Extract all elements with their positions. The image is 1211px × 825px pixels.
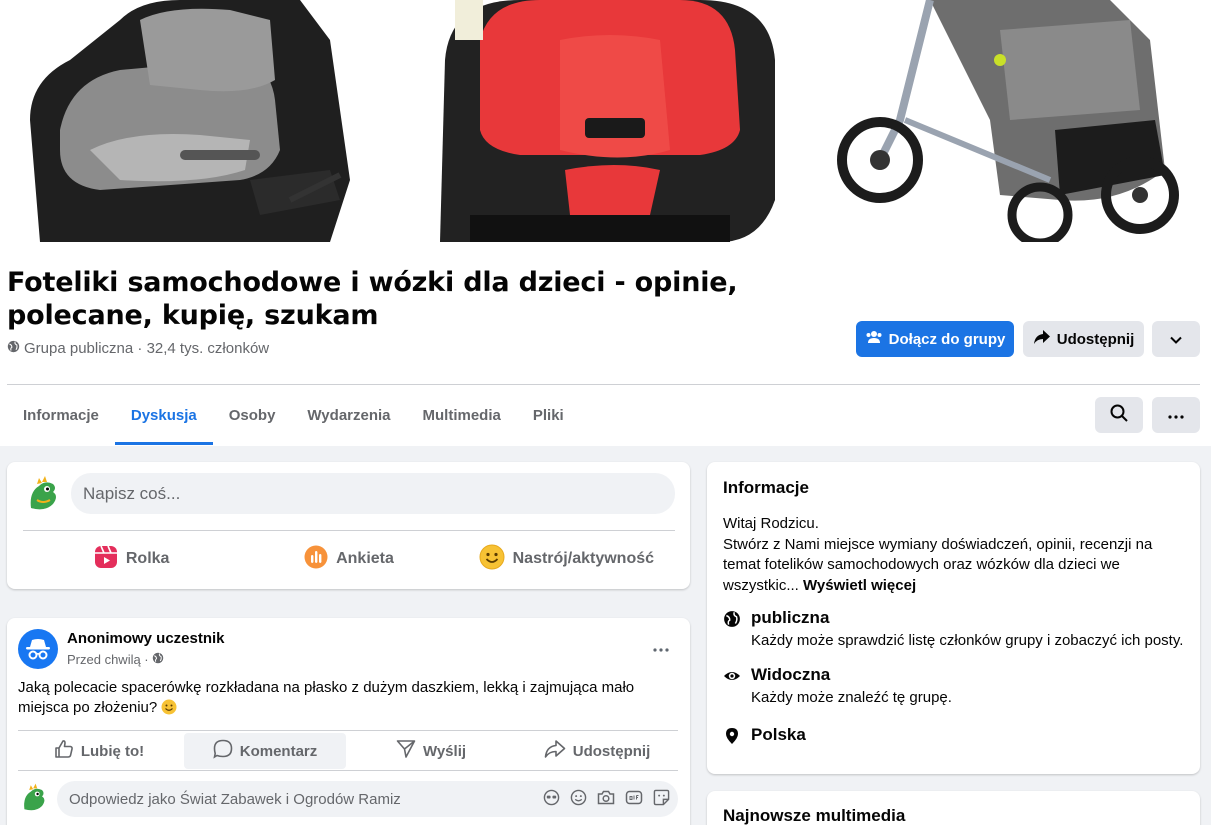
about-description: Witaj Rodzicu. Stwórz z Nami miejsce wym… — [723, 514, 1187, 596]
privacy-title: publiczna — [751, 608, 830, 627]
group-tabs: Informacje Dyskusja Osoby Wydarzenia Mul… — [7, 385, 580, 445]
poll-button[interactable]: Ankieta — [240, 539, 457, 579]
poll-label: Ankieta — [336, 550, 394, 567]
emoji-icon[interactable] — [570, 789, 587, 810]
post-time-text: Przed chwilą · — [67, 652, 149, 667]
privacy-sub: Każdy może sprawdzić listę członków grup… — [751, 632, 1184, 649]
composer-input[interactable]: Napisz coś... — [71, 473, 675, 514]
composer-actions: Rolka Ankieta Nastrój/aktywność — [23, 539, 675, 579]
join-group-button[interactable]: Dołącz do grupy — [856, 321, 1014, 357]
see-more-link[interactable]: Wyświetl więcej — [803, 577, 916, 594]
tab-wydarzenia[interactable]: Wydarzenia — [291, 385, 406, 445]
post-text: Jaką polecacie spacerówkę rozkładana na … — [18, 678, 682, 718]
tab-pliki[interactable]: Pliki — [517, 385, 580, 445]
smiley-icon — [479, 544, 505, 575]
globe-icon — [723, 610, 741, 628]
visibility-title: Widoczna — [751, 665, 831, 684]
anonymous-icon — [26, 639, 50, 660]
tab-dyskusja[interactable]: Dyskusja — [114, 385, 213, 445]
more-dots-icon — [1168, 406, 1184, 424]
tab-multimedia[interactable]: Multimedia — [407, 385, 517, 445]
thumbs-up-icon — [54, 739, 74, 763]
about-text: Stwórz z Nami miejsce wymiany doświadcze… — [723, 535, 1153, 594]
like-button[interactable]: Lubię to! — [18, 733, 180, 769]
like-label: Lubię to! — [80, 742, 145, 760]
share-group-label: Udostępnij — [1056, 330, 1135, 348]
search-group-button[interactable] — [1095, 397, 1143, 433]
post-author[interactable]: Anonimowy uczestnik — [67, 630, 225, 647]
send-label: Wyślij — [422, 742, 467, 760]
visibility-sub: Każdy może znaleźć tę grupę. — [751, 689, 952, 706]
reply-placeholder: Odpowiedz jako Świat Zabawek i Ogrodów R… — [69, 790, 401, 808]
composer-divider — [23, 530, 675, 531]
post-actions: Lubię to! Komentarz Wyślij Udostępnij — [18, 733, 678, 769]
reply-avatar[interactable] — [18, 782, 50, 814]
post-share-label: Udostępnij — [572, 742, 651, 760]
share-arrow-icon — [544, 739, 566, 763]
more-dots-icon — [653, 639, 669, 657]
reel-label: Rolka — [125, 550, 170, 567]
comment-label: Komentarz — [239, 742, 318, 760]
post-timestamp[interactable]: Przed chwilą · — [67, 652, 164, 667]
globe-icon — [7, 340, 20, 357]
dragon-avatar-icon — [18, 782, 50, 814]
search-icon — [1110, 404, 1128, 427]
post-body: Jaką polecacie spacerówkę rozkładana na … — [18, 679, 635, 716]
sticker-icon[interactable] — [653, 789, 670, 810]
gif-icon[interactable] — [625, 789, 643, 810]
tab-informacje[interactable]: Informacje — [7, 385, 115, 445]
group-cover-photo[interactable] — [0, 0, 1211, 242]
post-share-button[interactable]: Udostępnij — [516, 733, 678, 769]
people-icon — [865, 330, 883, 348]
group-meta-text: Grupa publiczna · 32,4 tys. członków — [24, 340, 270, 357]
eye-icon — [723, 667, 741, 685]
about-line-1: Witaj Rodzicu. — [723, 515, 819, 532]
about-card: Informacje Witaj Rodzicu. Stwórz z Nami … — [707, 462, 1200, 774]
more-options-button[interactable] — [1152, 321, 1200, 357]
about-heading: Informacje — [723, 478, 809, 497]
share-arrow-icon — [1033, 329, 1051, 349]
feeling-activity-button[interactable]: Nastrój/aktywność — [458, 539, 675, 579]
poll-icon — [304, 545, 328, 574]
location-title[interactable]: Polska — [751, 725, 806, 745]
tab-osoby[interactable]: Osoby — [213, 385, 292, 445]
post-divider-2 — [18, 770, 678, 771]
car-seat-red-image — [430, 0, 775, 242]
post-options-button[interactable] — [646, 636, 676, 660]
join-group-label: Dołącz do grupy — [888, 330, 1006, 348]
post-card: Anonimowy uczestnik Przed chwilą · Jaką … — [7, 618, 690, 825]
globe-icon — [152, 652, 164, 667]
anonymous-avatar[interactable] — [18, 629, 58, 669]
group-title: Foteliki samochodowe i wózki dla dzieci … — [7, 267, 738, 331]
location-pin-icon — [723, 727, 741, 745]
post-divider — [18, 730, 678, 731]
camera-icon[interactable] — [597, 789, 615, 810]
dragon-avatar-icon — [23, 474, 63, 514]
reel-button[interactable]: Rolka — [23, 539, 240, 579]
smile-emoji-icon — [161, 699, 177, 716]
comment-bubble-icon — [213, 739, 233, 763]
send-icon — [396, 739, 416, 763]
comment-button[interactable]: Komentarz — [184, 733, 346, 769]
post-composer: Napisz coś... Rolka Ankieta Nastrój/akty… — [7, 462, 690, 589]
tabs-more-button[interactable] — [1152, 397, 1200, 433]
user-avatar[interactable] — [23, 474, 63, 514]
reel-icon — [94, 545, 118, 574]
recent-media-heading: Najnowsze multimedia — [723, 806, 906, 825]
reply-input[interactable]: Odpowiedz jako Świat Zabawek i Ogrodów R… — [57, 781, 678, 817]
about-line-2: Stwórz z Nami miejsce wymiany doświadcze… — [723, 535, 1187, 597]
recent-media-card: Najnowsze multimedia — [707, 791, 1200, 825]
send-button[interactable]: Wyślij — [350, 733, 512, 769]
avatar-sticker-icon[interactable] — [543, 789, 560, 810]
feeling-activity-label: Nastrój/aktywność — [512, 550, 655, 567]
chevron-down-icon — [1170, 331, 1182, 348]
group-meta: Grupa publiczna · 32,4 tys. członków — [7, 340, 269, 357]
cover-image — [0, 0, 1211, 242]
reply-tools — [543, 781, 670, 817]
share-group-button[interactable]: Udostępnij — [1023, 321, 1144, 357]
